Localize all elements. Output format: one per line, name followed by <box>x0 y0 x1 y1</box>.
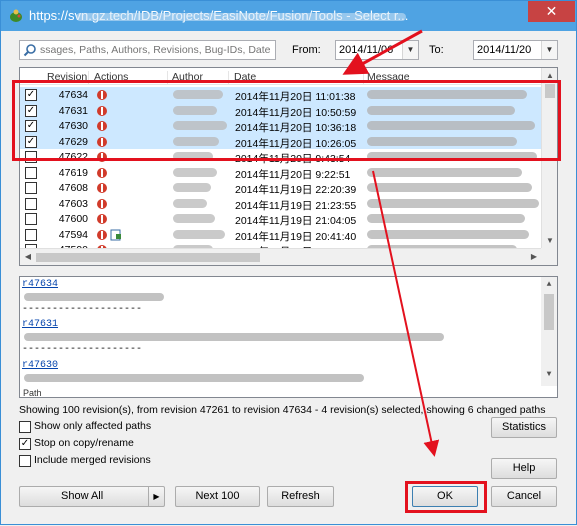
search-icon[interactable] <box>23 43 37 57</box>
revision-link[interactable]: r47630 <box>22 360 58 371</box>
message-entry-2: r47631 <box>22 319 58 330</box>
close-button[interactable]: ✕ <box>528 1 575 22</box>
annotation-ok-box <box>405 481 487 513</box>
table-row[interactable]: 47608 2014年11月19日 22:20:39 <box>20 180 542 196</box>
author-redacted <box>173 214 215 223</box>
chevron-down-icon[interactable]: ▼ <box>402 41 418 59</box>
revision-number: 47600 <box>58 213 88 225</box>
message-redaction <box>24 333 444 341</box>
hscroll-thumb[interactable] <box>36 253 260 262</box>
from-date-value: 2014/11/06 <box>339 44 394 56</box>
show-all-split-button[interactable]: Show All ▶ <box>19 486 165 507</box>
message-redacted <box>367 167 522 177</box>
scroll-thumb[interactable] <box>544 294 554 330</box>
actions-cell <box>96 181 136 195</box>
scroll-left-icon[interactable]: ◀ <box>20 249 36 265</box>
revision-number: 47619 <box>58 166 88 179</box>
scroll-corner <box>541 248 557 265</box>
annotation-selection-box <box>12 80 561 161</box>
row-checkbox[interactable] <box>25 182 37 194</box>
actions-cell <box>96 212 136 226</box>
revision-list-hscroll[interactable]: ◀ ▶ <box>20 248 557 265</box>
modify-icon <box>97 167 107 178</box>
chevron-down-icon[interactable]: ▼ <box>541 41 557 59</box>
author-redacted <box>173 183 211 192</box>
to-date-value: 2014/11/20 <box>477 44 532 56</box>
message-entry-1: r47634 <box>22 279 58 290</box>
message-redacted <box>367 214 525 223</box>
statistics-button[interactable]: Statistics <box>491 417 557 438</box>
modify-icon <box>97 198 107 209</box>
modify-icon <box>97 183 107 193</box>
from-date-picker[interactable]: 2014/11/06 ▼ <box>335 40 419 60</box>
scroll-right-icon[interactable]: ▶ <box>526 249 542 265</box>
author-redacted <box>173 229 225 239</box>
message-separator: -------------------- <box>22 344 143 355</box>
row-checkbox[interactable] <box>25 228 37 241</box>
actions-cell <box>96 228 136 242</box>
modify-icon <box>97 229 107 240</box>
title-redaction <box>76 13 406 21</box>
checkbox-box[interactable]: ✓ <box>19 438 31 450</box>
message-pane[interactable]: r47634 -------------------- r47631 -----… <box>19 276 558 395</box>
changed-paths-list[interactable]: Path <box>19 386 558 398</box>
show-all-label: Show All <box>61 490 104 502</box>
checkbox-label: Include merged revisions <box>34 454 151 466</box>
modify-icon <box>97 214 107 224</box>
to-label: To: <box>429 44 444 56</box>
log-dialog: https://svn.gz.tech/IDB/Projects/EasiNot… <box>0 0 577 525</box>
row-checkbox[interactable] <box>25 213 37 225</box>
message-redacted <box>367 229 529 239</box>
search-input[interactable] <box>40 42 272 58</box>
tortoise-app-icon <box>10 9 22 22</box>
table-row[interactable]: 47594 2014年11月19日 20:41:40 <box>20 227 542 243</box>
revision-number: 47603 <box>58 197 88 210</box>
author-redacted <box>173 167 217 177</box>
path-column-header[interactable]: Path <box>23 388 42 397</box>
refresh-button[interactable]: Refresh <box>267 486 334 507</box>
checkbox-label: Show only affected paths <box>34 420 152 432</box>
status-text: Showing 100 revision(s), from revision 4… <box>19 404 546 416</box>
checkbox-box[interactable] <box>19 455 31 467</box>
revision-link[interactable]: r47634 <box>22 279 58 290</box>
to-date-picker[interactable]: 2014/11/20 ▼ <box>473 40 558 60</box>
revision-link[interactable]: r47631 <box>22 319 58 330</box>
row-checkbox[interactable] <box>25 197 37 210</box>
next-100-button[interactable]: Next 100 <box>175 486 260 507</box>
scroll-down-icon[interactable]: ▼ <box>541 367 557 383</box>
scroll-down-icon[interactable]: ▼ <box>542 233 557 249</box>
message-redacted <box>367 183 532 192</box>
table-row[interactable]: 47619 2014年11月20日 9:22:51 <box>20 165 542 181</box>
revision-number: 47594 <box>58 228 88 241</box>
actions-cell <box>96 166 136 180</box>
help-button[interactable]: Help <box>491 458 557 479</box>
table-row[interactable]: 47600 2014年11月19日 21:04:05 <box>20 211 542 227</box>
actions-cell <box>96 197 136 211</box>
add-icon <box>110 229 121 240</box>
message-separator: -------------------- <box>22 304 143 315</box>
author-redacted <box>173 198 207 208</box>
revision-number: 47608 <box>58 182 88 194</box>
message-pane-vscroll[interactable]: ▲ ▼ <box>541 277 557 394</box>
table-row[interactable]: 47603 2014年11月19日 21:23:55 <box>20 196 542 212</box>
message-redacted <box>367 198 539 208</box>
message-redaction <box>24 374 364 382</box>
cancel-button[interactable]: Cancel <box>491 486 557 507</box>
checkbox-box[interactable] <box>19 421 31 433</box>
scroll-up-icon[interactable]: ▲ <box>541 277 557 293</box>
search-filter[interactable] <box>19 40 276 60</box>
from-label: From: <box>292 44 321 56</box>
chevron-right-icon[interactable]: ▶ <box>148 487 164 506</box>
checkbox-label: Stop on copy/rename <box>34 437 134 449</box>
message-redaction <box>24 293 164 301</box>
message-entry-3: r47630 <box>22 360 58 371</box>
title-bar[interactable]: https://svn.gz.tech/IDB/Projects/EasiNot… <box>1 1 576 31</box>
row-checkbox[interactable] <box>25 166 37 179</box>
